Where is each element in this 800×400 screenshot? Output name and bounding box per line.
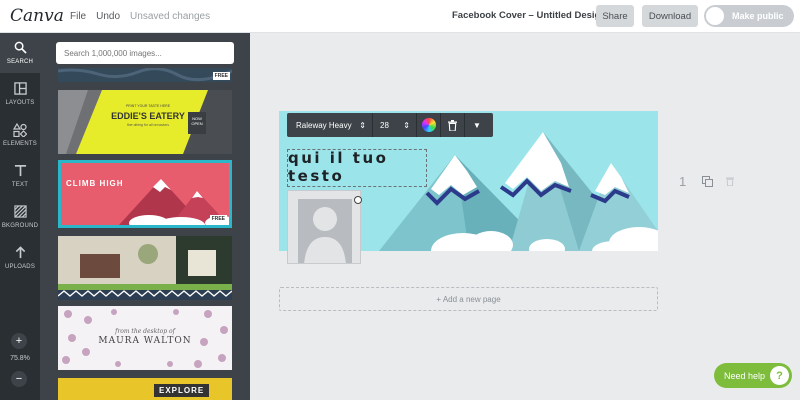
- canvas-area: Raleway Heavy ⇕ 28 ⇕ ▼ qui il tuo testo: [250, 33, 800, 400]
- delete-page-icon[interactable]: [726, 176, 734, 188]
- color-picker[interactable]: [417, 113, 441, 137]
- font-size: 28: [380, 120, 389, 130]
- rail-label: TEXT: [11, 182, 29, 188]
- updown-icon: ⇕: [359, 120, 366, 130]
- layout-thumb-maura[interactable]: from the desktop of MAURA WALTON: [58, 306, 232, 370]
- rail-item-background[interactable]: BKGROUND: [0, 197, 40, 237]
- rail-item-search[interactable]: SEARCH: [0, 33, 40, 73]
- zoom-out-button[interactable]: −: [11, 371, 27, 387]
- layouts-panel: FREE PRINT YOUR TASTE HERE EDDIE'S EATER…: [40, 33, 250, 400]
- text-toolbar: Raleway Heavy ⇕ 28 ⇕ ▼: [287, 113, 493, 137]
- updown-icon: ⇕: [403, 120, 410, 130]
- color-wheel-icon: [421, 118, 436, 132]
- desk-name: MAURA WALTON: [98, 336, 192, 346]
- layouts-icon: [13, 82, 27, 98]
- design-text-line-2: testo: [288, 167, 345, 185]
- zoom-level: 75.8%: [10, 355, 30, 362]
- layout-thumb-explore[interactable]: EXPLORE: [58, 378, 232, 400]
- copy-page-icon[interactable]: [702, 176, 713, 187]
- background-icon: [13, 205, 27, 221]
- font-size-selector[interactable]: 28 ⇕: [373, 113, 417, 137]
- photo-placeholder[interactable]: [287, 190, 361, 264]
- eatery-title: EDDIE'S EATERY: [111, 111, 185, 121]
- image-search-input[interactable]: [56, 42, 234, 64]
- rail-item-elements[interactable]: ELEMENTS: [0, 115, 40, 155]
- zoom-in-button[interactable]: +: [11, 333, 27, 349]
- desk-line: from the desktop of: [115, 328, 175, 335]
- font-selector[interactable]: Raleway Heavy ⇕: [287, 113, 373, 137]
- text-icon: [14, 164, 27, 180]
- uploads-icon: [14, 246, 27, 262]
- design-text[interactable]: qui il tuo testo: [288, 149, 438, 185]
- tool-rail: SEARCH LAYOUTS ELEMENTS TEXT BKGROUND UP…: [0, 33, 40, 400]
- eatery-subtitle: fine dining for all occasions: [126, 123, 170, 127]
- rotate-handle[interactable]: [354, 196, 362, 204]
- chevron-down-icon: ▼: [473, 120, 481, 130]
- search-icon: [14, 41, 27, 57]
- rail-label: LAYOUTS: [5, 100, 35, 106]
- layout-thumb-1[interactable]: FREE: [58, 68, 232, 82]
- font-name: Raleway Heavy: [296, 120, 352, 130]
- file-menu[interactable]: File: [70, 11, 86, 22]
- save-status: Unsaved changes: [130, 10, 211, 22]
- elements-icon: [12, 122, 28, 139]
- question-icon: ?: [770, 366, 789, 385]
- eatery-tagline: PRINT YOUR TASTE HERE: [125, 104, 171, 108]
- rail-label: SEARCH: [6, 59, 34, 65]
- undo-button[interactable]: Undo: [96, 11, 120, 22]
- canva-logo[interactable]: Canva: [10, 6, 64, 26]
- trash-icon: [448, 119, 457, 131]
- layout-thumb-climb-high[interactable]: CLIMB HIGH FREE: [58, 160, 232, 228]
- need-help-label: Need help: [724, 370, 766, 381]
- need-help-button[interactable]: Need help ?: [714, 363, 792, 388]
- toggle-knob: [706, 7, 724, 25]
- canva-editor: Canva File Undo Unsaved changes Facebook…: [0, 0, 800, 400]
- free-badge: FREE: [212, 72, 230, 80]
- layout-thumb-eatery[interactable]: PRINT YOUR TASTE HERE EDDIE'S EATERY fin…: [58, 90, 232, 154]
- rail-label: ELEMENTS: [3, 141, 37, 147]
- download-button[interactable]: Download: [642, 5, 698, 27]
- design-text-line-1: qui il tuo: [288, 149, 389, 167]
- rail-label: BKGROUND: [1, 223, 39, 229]
- layout-thumb-desk[interactable]: [58, 236, 232, 300]
- document-title[interactable]: Facebook Cover – Untitled Design: [452, 10, 606, 21]
- person-silhouette-icon: [298, 199, 352, 263]
- top-bar: Canva File Undo Unsaved changes Facebook…: [0, 0, 800, 33]
- explore-label: EXPLORE: [154, 384, 210, 397]
- share-button[interactable]: Share: [596, 5, 634, 27]
- add-page-button[interactable]: + Add a new page: [279, 287, 658, 311]
- rail-item-text[interactable]: TEXT: [0, 156, 40, 196]
- make-public-label: Make public: [732, 11, 784, 21]
- make-public-toggle[interactable]: Make public: [704, 5, 794, 27]
- rail-item-layouts[interactable]: LAYOUTS: [0, 74, 40, 114]
- rail-label: UPLOADS: [4, 264, 36, 270]
- page-number: 1: [679, 174, 687, 189]
- free-badge: FREE: [209, 215, 227, 223]
- delete-button[interactable]: [441, 113, 465, 137]
- rail-item-uploads[interactable]: UPLOADS: [0, 238, 40, 278]
- eatery-badge: NOW OPEN: [191, 116, 203, 126]
- more-options-button[interactable]: ▼: [465, 113, 489, 137]
- climb-title: CLIMB HIGH: [66, 179, 124, 188]
